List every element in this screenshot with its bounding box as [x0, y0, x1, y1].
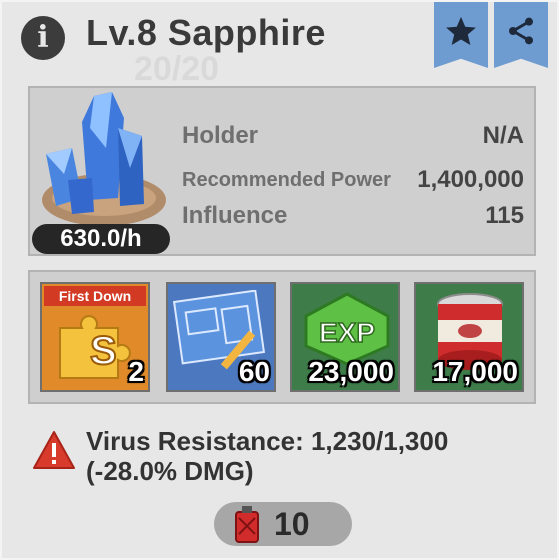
- reward-item-first-down[interactable]: First Down S 2: [40, 282, 150, 392]
- stat-value: N/A: [482, 122, 524, 149]
- resource-stats-box: 630.0/h Holder N/A Recommended Power 1,4…: [28, 86, 536, 256]
- rewards-row: First Down S 2 60 EXP 23,000 17,000: [28, 270, 536, 404]
- favorite-button[interactable]: [434, 2, 488, 68]
- sapphire-crystal-icon: [42, 92, 166, 226]
- first-down-badge: First Down: [44, 286, 146, 306]
- page-title: Lv.8 Sapphire: [86, 12, 326, 53]
- stat-value: 1,400,000: [417, 166, 524, 193]
- star-icon: [446, 16, 476, 46]
- reward-item-canned-food[interactable]: 17,000: [414, 282, 524, 392]
- stat-label: Influence: [182, 202, 288, 229]
- reward-qty: 23,000: [308, 356, 394, 387]
- share-icon: [509, 17, 533, 45]
- svg-text:S: S: [90, 329, 117, 373]
- reward-item-blueprint[interactable]: 60: [166, 282, 276, 392]
- exp-icon: EXP: [304, 292, 390, 366]
- reward-qty: 2: [128, 356, 144, 387]
- stat-value: 115: [485, 202, 524, 229]
- stat-row-holder: Holder N/A: [182, 122, 524, 154]
- puzzle-s-icon: S: [59, 315, 131, 379]
- fuel-cost-value: 10: [274, 506, 310, 542]
- share-button[interactable]: [494, 2, 548, 68]
- stat-label: Holder: [182, 122, 259, 149]
- info-icon[interactable]: i: [21, 16, 65, 60]
- stat-label: Recommended Power: [182, 169, 391, 191]
- exp-icon-label: EXP: [319, 317, 375, 348]
- reward-qty: 17,000: [432, 356, 518, 387]
- fuel-can-icon: [235, 506, 259, 543]
- stat-row-influence: Influence 115: [182, 202, 524, 234]
- reward-qty: 60: [238, 356, 270, 387]
- reward-item-exp[interactable]: EXP 23,000: [290, 282, 400, 392]
- warning-icon: [33, 431, 75, 469]
- production-rate: 630.0/h: [32, 224, 170, 254]
- virus-resistance-warning: Virus Resistance: 1,230/1,300 (-28.0% DM…: [86, 426, 449, 486]
- stat-row-recommended-power: Recommended Power 1,400,000: [182, 166, 524, 198]
- tile-info-panel: 20/20 i Lv.8 Sapphire 630.0/h Holder N/A…: [0, 0, 559, 560]
- background-watermark: 20/20: [134, 50, 220, 88]
- fuel-cost-pill: 10: [214, 502, 352, 546]
